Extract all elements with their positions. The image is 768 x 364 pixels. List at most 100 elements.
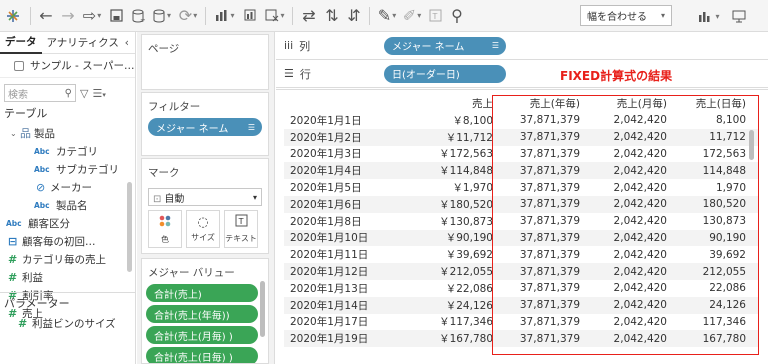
sales-day-cell: 114,848: [702, 164, 746, 177]
measure-pill-sales-year[interactable]: 合計(売上(年毎)): [146, 305, 258, 323]
field-item-subcategory[interactable]: Abc サブカテゴリ: [0, 160, 135, 178]
rows-pill-order-date[interactable]: 日(オーダー日): [384, 64, 506, 83]
field-item-product-name[interactable]: Abc 製品名: [0, 196, 135, 214]
pause-updates-icon[interactable]: ▾: [149, 4, 175, 28]
measure-pill-sales-month[interactable]: 合計(売上(月毎) ): [146, 326, 258, 344]
field-item-category[interactable]: Abc カテゴリ: [0, 142, 135, 160]
mark-type-label: 自動: [164, 193, 185, 205]
tab-analytics[interactable]: アナリティクス: [42, 32, 124, 54]
datasource-item[interactable]: サンプル - スーパー…: [0, 54, 135, 78]
show-me-icon[interactable]: ▾: [694, 4, 724, 28]
chevron-down-icon[interactable]: ⌄: [10, 129, 20, 138]
table-row[interactable]: 2020年1月11日 ￥39,692 37,871,379 2,042,420 39,6…: [284, 246, 758, 263]
measure-values-title: メジャー バリュー: [148, 267, 235, 279]
text-label: テキスト: [225, 234, 257, 243]
field-label: カテゴリ毎の売上: [22, 253, 106, 266]
table-row[interactable]: 2020年1月17日 ￥117,346 37,871,379 2,042,420 117…: [284, 314, 758, 331]
filters-card[interactable]: フィルター メジャー ネーム ☰: [141, 92, 269, 156]
size-button[interactable]: ◌ サイズ: [186, 210, 220, 248]
color-button[interactable]: 色: [148, 210, 182, 248]
abc-dimension-icon: Abc: [34, 146, 50, 156]
undo-icon[interactable]: ←: [35, 4, 57, 28]
field-label: カテゴリ: [56, 145, 98, 158]
sales-month-cell: 2,042,420: [613, 299, 667, 312]
table-row[interactable]: 2020年1月10日 ￥90,190 37,871,379 2,042,420 90,1…: [284, 229, 758, 247]
sales-day-cell: 39,692: [709, 248, 746, 261]
field-item-product[interactable]: ⌄ 品 製品: [0, 124, 135, 142]
show-mark-labels-icon[interactable]: T: [424, 4, 446, 28]
pill-label: メジャー ネーム: [392, 42, 465, 53]
swap-rows-columns-icon[interactable]: ⇄: [297, 4, 321, 28]
measure-pill-sales-day[interactable]: 合計(売上(日毎) ): [146, 347, 258, 363]
redo-icon[interactable]: →: [57, 4, 79, 28]
calc-measure-icon: #: [8, 252, 18, 266]
view-scrollbar[interactable]: [749, 130, 754, 160]
sales-cell: ￥24,126: [445, 299, 493, 312]
table-row[interactable]: 2020年1月2日 ￥11,712 37,871,379 2,042,420 11,71…: [284, 128, 758, 146]
field-label: 製品: [34, 127, 55, 140]
collapse-pane-icon[interactable]: ‹: [125, 36, 129, 49]
table-row[interactable]: 2020年1月5日 ￥1,970 37,871,379 2,042,420 1,970: [284, 179, 758, 196]
table-row[interactable]: 2020年1月3日 ￥172,563 37,871,379 2,042,420 172,…: [284, 146, 758, 163]
sort-descending-icon[interactable]: ⇵: [343, 4, 365, 28]
mark-type-dropdown[interactable]: ⊡ 自動 ▾: [148, 188, 262, 206]
measure-values-scrollbar[interactable]: [260, 281, 265, 337]
field-item-segment[interactable]: Abc 顧客区分: [0, 214, 135, 232]
table-row[interactable]: 2020年1月4日 ￥114,848 37,871,379 2,042,420 114,…: [284, 162, 758, 180]
column-header-sales-month[interactable]: 売上(月毎): [584, 96, 671, 111]
table-row[interactable]: 2020年1月13日 ￥22,086 37,871,379 2,042,420 22,0…: [284, 280, 758, 297]
datasource-label: サンプル - スーパー…: [30, 60, 135, 72]
table-row[interactable]: 2020年1月12日 ￥212,055 37,871,379 2,042,420 212…: [284, 263, 758, 280]
clear-sheet-icon[interactable]: ▾: [262, 4, 288, 28]
field-label: メーカー: [50, 181, 92, 194]
table-row[interactable]: 2020年1月14日 ￥24,126 37,871,379 2,042,420 24,1…: [284, 296, 758, 314]
toolbar-divider: [30, 6, 31, 25]
cards-column: ページ フィルター メジャー ネーム ☰ マーク ⊡自動 ▾ 色 ◌ サイズ: [137, 32, 275, 364]
columns-shelf[interactable]: iii 列 メジャー ネーム ☰: [276, 32, 768, 60]
data-pane-scrollbar[interactable]: [127, 182, 132, 272]
group-members-icon[interactable]: ✐ ▾: [400, 4, 424, 28]
filter-pill-measure-names[interactable]: メジャー ネーム ☰: [148, 118, 262, 136]
column-header-sales-year[interactable]: 売上(年毎): [497, 96, 584, 111]
rows-shelf[interactable]: ☰ 行 日(オーダー日): [276, 60, 768, 88]
view-options-icon[interactable]: ☰▾: [92, 87, 105, 100]
column-header-sales-day[interactable]: 売上(日毎): [671, 96, 758, 111]
pill-label: メジャー ネーム: [156, 123, 229, 135]
fit-dropdown[interactable]: 幅を合わせる ▾: [580, 5, 672, 26]
field-item-category-sales[interactable]: # カテゴリ毎の売上: [0, 250, 135, 268]
duplicate-sheet-icon[interactable]: [240, 4, 262, 28]
param-item-profit-bin[interactable]: # 利益ビンのサイズ: [0, 314, 135, 332]
text-button[interactable]: T テキスト: [224, 210, 258, 248]
fix-axes-icon[interactable]: ⚲: [446, 4, 468, 28]
presentation-mode-icon[interactable]: [728, 4, 750, 28]
filter-funnel-icon[interactable]: ▽: [80, 87, 88, 100]
field-search-input[interactable]: 検索 ⚲: [4, 84, 76, 102]
tableau-logo-icon[interactable]: [0, 4, 26, 28]
measure-pill-sales[interactable]: 合計(売上): [146, 284, 258, 302]
sort-ascending-icon[interactable]: ⇅: [321, 4, 343, 28]
table-row[interactable]: 2020年1月19日 ￥167,780 37,871,379 2,042,420 167…: [284, 330, 758, 348]
columns-pill-measure-names[interactable]: メジャー ネーム ☰: [384, 36, 506, 55]
refresh-icon[interactable]: ⟳ ▾: [175, 4, 201, 28]
save-icon[interactable]: [105, 4, 127, 28]
replay-icon[interactable]: ⇨ ▾: [79, 4, 105, 28]
column-header-sales[interactable]: 売上: [410, 96, 497, 111]
sales-cell: ￥1,970: [452, 182, 493, 195]
field-item-first-order[interactable]: ⊟ 顧客毎の初回…: [0, 232, 135, 250]
toolbar-divider: [292, 6, 293, 25]
sales-day-cell: 130,873: [702, 215, 746, 228]
table-row[interactable]: 2020年1月8日 ￥130,873 37,871,379 2,042,420 130,…: [284, 213, 758, 230]
field-item-maker[interactable]: ⊘ メーカー: [0, 178, 135, 196]
field-item-profit[interactable]: # 利益: [0, 268, 135, 286]
tab-data[interactable]: データ: [0, 32, 42, 54]
sales-cell: ￥117,346: [439, 316, 493, 329]
table-row[interactable]: 2020年1月1日 ￥8,100 37,871,379 2,042,420 8,100: [284, 112, 758, 129]
pages-card[interactable]: ページ: [141, 34, 269, 90]
new-worksheet-icon[interactable]: ▾: [210, 4, 240, 28]
new-datasource-icon[interactable]: +: [127, 4, 149, 28]
sales-year-cell: 37,871,379: [519, 114, 580, 127]
row-date-cell: 2020年1月1日: [290, 114, 362, 127]
highlight-icon[interactable]: ✎ ▾: [374, 4, 400, 28]
table-row[interactable]: 2020年1月6日 ￥180,520 37,871,379 2,042,420 180,…: [284, 195, 758, 213]
sales-year-cell: 37,871,379: [519, 131, 580, 144]
